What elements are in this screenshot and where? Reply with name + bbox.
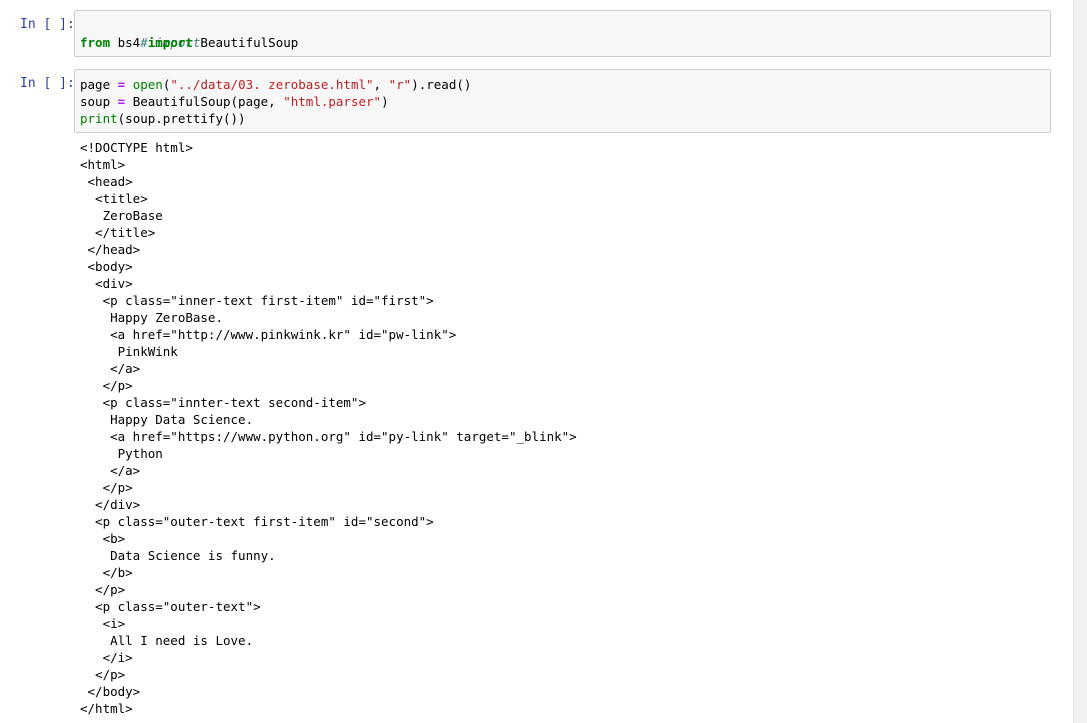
output-line: Data Science is funny.	[80, 548, 276, 563]
code-line: page = open("../data/03. zerobase.html",…	[80, 76, 1050, 93]
output-line: Happy Data Science.	[80, 412, 254, 427]
output-line: <b>	[80, 531, 126, 546]
notebook: In [ ]: # import from bs4 import Beautif…	[0, 0, 1087, 723]
code-input-area[interactable]: page = open("../data/03. zerobase.html",…	[74, 69, 1051, 133]
code-line: print(soup.prettify())	[80, 110, 1050, 127]
output-line: <i>	[80, 616, 126, 631]
code-string: "html.parser"	[283, 94, 382, 109]
code-text: page	[80, 77, 118, 92]
output-line: <p class="inner-text first-item" id="fir…	[80, 293, 434, 308]
output-line: <a href="http://www.pinkwink.kr" id="pw-…	[80, 327, 457, 342]
code-text: )	[381, 94, 389, 109]
output-line: Happy ZeroBase.	[80, 310, 223, 325]
code-builtin: print	[80, 111, 118, 126]
input-prompt: In [ ]:	[20, 17, 75, 32]
cell-output: <!DOCTYPE html> <html> <head> <title> Zer…	[80, 139, 1040, 717]
output-line: PinkWink	[80, 344, 178, 359]
code-text: BeautifulSoup	[192, 35, 299, 50]
code-text: ,	[373, 77, 389, 92]
output-line: </p>	[80, 378, 133, 393]
output-line: </p>	[80, 667, 126, 682]
output-line: </p>	[80, 480, 133, 495]
code-line: # import	[80, 17, 1050, 50]
vertical-scrollbar[interactable]	[1073, 0, 1087, 723]
output-line: </head>	[80, 242, 141, 257]
output-line: <html>	[80, 157, 126, 172]
output-line: </i>	[80, 650, 133, 665]
output-line: </b>	[80, 565, 133, 580]
output-line: <div>	[80, 276, 133, 291]
output-line: <body>	[80, 259, 133, 274]
code-text: ).read()	[411, 77, 472, 92]
output-line: <title>	[80, 191, 148, 206]
output-line: </title>	[80, 225, 156, 240]
output-line: </a>	[80, 361, 141, 376]
output-line: </html>	[80, 701, 133, 716]
input-prompt: In [ ]:	[20, 76, 75, 91]
output-line: ZeroBase	[80, 208, 163, 223]
code-text: (soup.prettify())	[117, 111, 246, 126]
code-text: bs4	[110, 35, 148, 50]
output-line: </a>	[80, 463, 141, 478]
output-line: <head>	[80, 174, 133, 189]
code-string: "../data/03. zerobase.html"	[170, 77, 374, 92]
output-line: Python	[80, 446, 163, 461]
output-line: <a href="https://www.python.org" id="py-…	[80, 429, 577, 444]
code-line: soup = BeautifulSoup(page, "html.parser"…	[80, 93, 1050, 110]
code-line: from bs4 import BeautifulSoup	[80, 34, 1050, 51]
output-line: </body>	[80, 684, 141, 699]
code-text: soup	[80, 94, 118, 109]
code-text: BeautifulSoup(page,	[125, 94, 284, 109]
output-line: <p class="outer-text first-item" id="sec…	[80, 514, 434, 529]
code-input-area[interactable]: # import from bs4 import BeautifulSoup	[74, 10, 1051, 57]
output-line: <p class="innter-text second-item">	[80, 395, 366, 410]
code-keyword: from	[80, 35, 111, 50]
output-line: <p class="outer-text">	[80, 599, 261, 614]
output-line: All I need is Love.	[80, 633, 254, 648]
output-line: <!DOCTYPE html>	[80, 140, 193, 155]
code-string: "r"	[388, 77, 412, 92]
code-builtin: open	[132, 77, 163, 92]
code-keyword: import	[147, 35, 193, 50]
output-line: </p>	[80, 582, 126, 597]
output-line: </div>	[80, 497, 141, 512]
